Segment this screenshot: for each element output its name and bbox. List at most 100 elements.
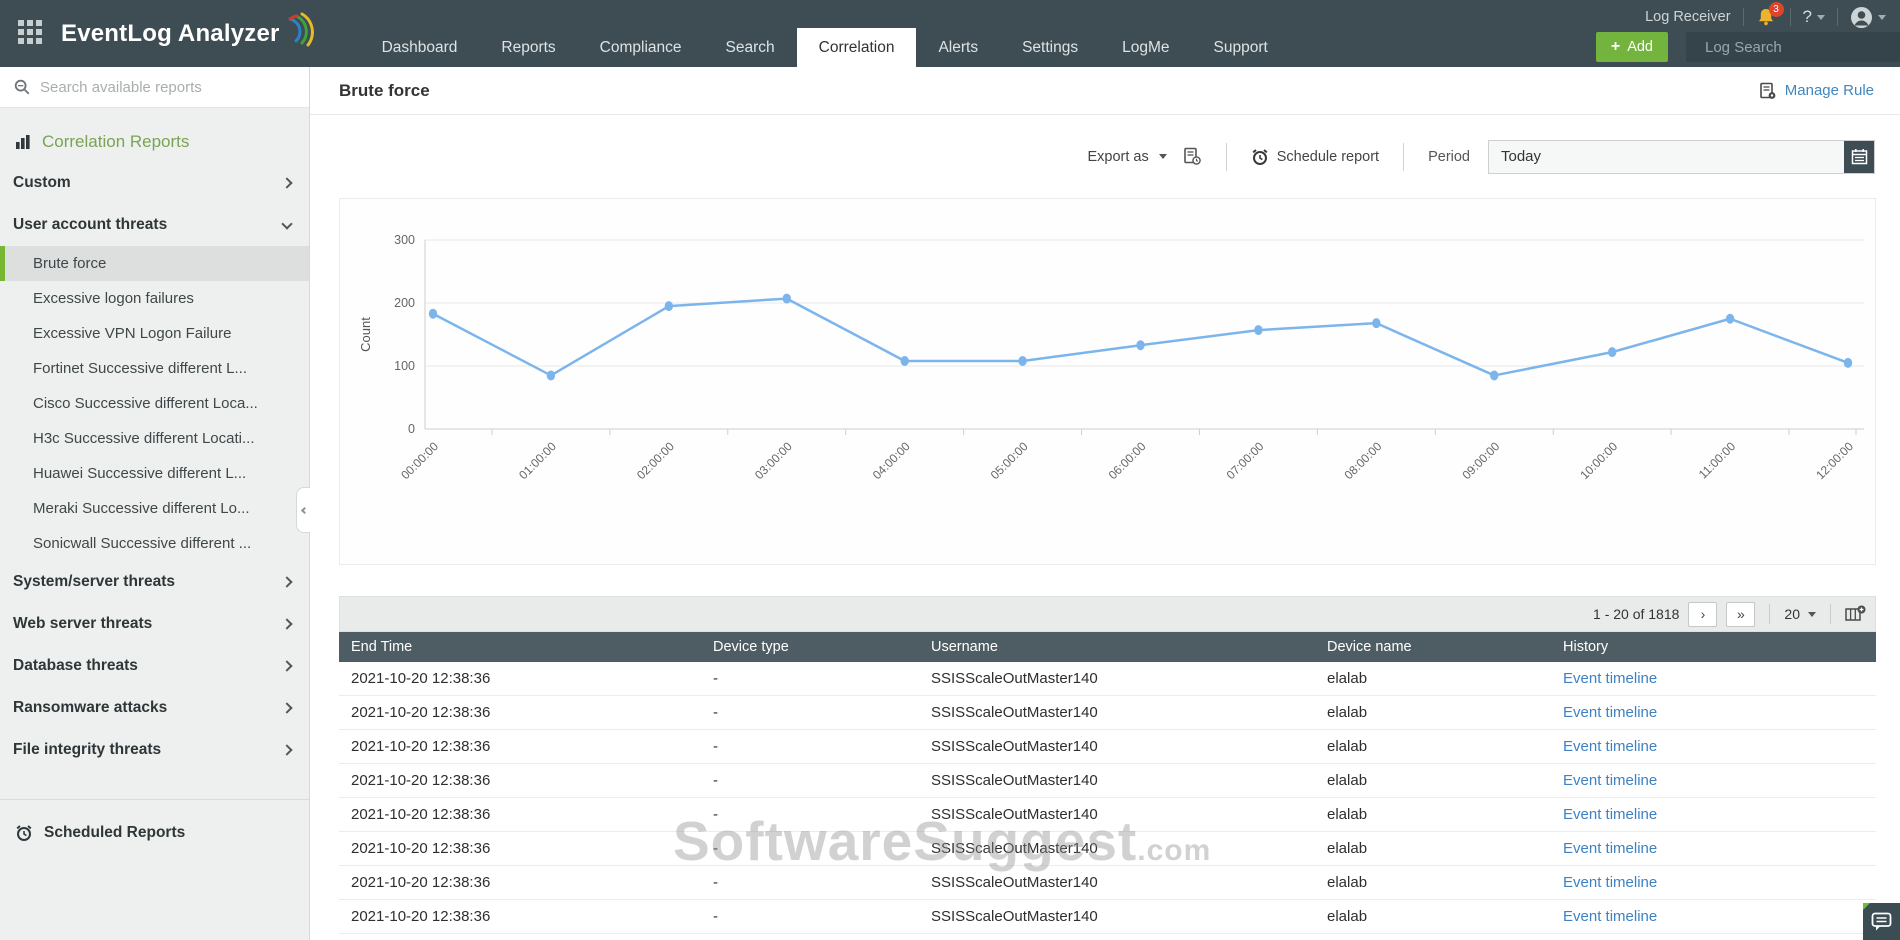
event-timeline-link[interactable]: Event timeline [1563,806,1657,823]
topbar-action-row: + Add [1596,32,1900,62]
nav-tab-support[interactable]: Support [1192,28,1290,67]
event-timeline-link[interactable]: Event timeline [1563,772,1657,789]
report-search-box [0,67,309,108]
svg-text:11:00:00: 11:00:00 [1696,439,1739,482]
page-title: Brute force [339,81,430,101]
add-button[interactable]: + Add [1596,32,1668,62]
page-size-dropdown[interactable]: 20 [1784,606,1816,622]
chevron-left-icon [301,506,308,513]
chevron-right-icon [281,576,292,587]
manage-rule-link[interactable]: Manage Rule [1759,82,1874,100]
sidebar-section-ransomware-attacks[interactable]: Ransomware attacks [0,687,309,729]
cell-end-time: 2021-10-20 12:38:36 [339,662,701,696]
sidebar-item-fortinet-successive-different-l[interactable]: Fortinet Successive different L... [0,351,309,386]
sidebar-item-huawei-successive-different-l[interactable]: Huawei Successive different L... [0,456,309,491]
table-header-username: Username [919,632,1315,662]
cell-device-name: elalab [1315,866,1551,900]
nav-tab-alerts[interactable]: Alerts [916,28,1000,67]
cell-history: Event timeline [1551,900,1876,934]
sidebar-item-cisco-successive-different-loca[interactable]: Cisco Successive different Loca... [0,386,309,421]
event-timeline-link[interactable]: Event timeline [1563,704,1657,721]
log-search-input[interactable] [1705,39,1900,56]
report-search-input[interactable] [40,79,296,96]
report-toolbar: Export as Schedule repor [310,115,1900,198]
cell-history: Event timeline [1551,662,1876,696]
nav-tab-correlation[interactable]: Correlation [797,28,917,67]
cell-device-name: elalab [1315,662,1551,696]
table-row: 2021-10-20 12:38:36-SSISScaleOutMaster14… [339,696,1876,730]
event-timeline-link[interactable]: Event timeline [1563,840,1657,857]
sidebar-item-excessive-vpn-logon-failure[interactable]: Excessive VPN Logon Failure [0,316,309,351]
notification-count-badge: 3 [1769,2,1784,17]
sidebar-item-sonicwall-successive-different[interactable]: Sonicwall Successive different ... [0,526,309,561]
feedback-chat-button[interactable] [1863,903,1900,940]
sidebar-section-label: Custom [13,174,71,192]
help-menu[interactable]: ? [1803,7,1825,27]
plus-icon: + [1611,38,1620,56]
user-menu[interactable] [1850,6,1886,29]
table-row: 2021-10-20 12:38:36-SSISScaleOutMaster14… [339,798,1876,832]
sidebar-item-excessive-logon-failures[interactable]: Excessive logon failures [0,281,309,316]
sidebar-section-file-integrity-threats[interactable]: File integrity threats [0,729,309,771]
divider [1743,8,1744,26]
nav-tab-settings[interactable]: Settings [1000,28,1100,67]
user-avatar-icon [1850,6,1873,29]
sidebar-item-brute-force[interactable]: Brute force [0,246,309,281]
nav-tab-reports[interactable]: Reports [479,28,577,67]
sidebar-section-user-account-threats[interactable]: User account threats [0,204,309,246]
search-icon [13,78,31,96]
app-logo: EventLog Analyzer [61,0,314,67]
nav-tab-search[interactable]: Search [704,28,797,67]
chart-panel: 0100200300Count00:00:0001:00:0002:00:000… [339,198,1876,565]
event-timeline-link[interactable]: Event timeline [1563,738,1657,755]
sidebar-section-database-threats[interactable]: Database threats [0,645,309,687]
sidebar-item-h3c-successive-different-locati[interactable]: H3c Successive different Locati... [0,421,309,456]
last-page-button[interactable]: » [1726,602,1755,627]
cell-device-type: - [701,798,919,832]
apps-grid-icon[interactable] [18,20,45,47]
sidebar-collapse-handle[interactable] [296,487,310,533]
table-header-end-time: End Time [339,632,701,662]
export-as-dropdown[interactable]: Export as [1087,149,1166,165]
nav-tab-logme[interactable]: LogMe [1100,28,1191,67]
calendar-icon [1851,148,1868,165]
sidebar: Correlation Reports Custom User account t… [0,67,310,940]
notification-bell-icon[interactable]: 3 [1756,6,1778,28]
period-value: Today [1501,148,1541,165]
sidebar-section-web-server-threats[interactable]: Web server threats [0,603,309,645]
calendar-button[interactable] [1844,141,1874,173]
table-row: 2021-10-20 12:38:36-SSISScaleOutMaster14… [339,730,1876,764]
event-timeline-link[interactable]: Event timeline [1563,908,1657,925]
event-timeline-link[interactable]: Event timeline [1563,874,1657,891]
sidebar-section-custom[interactable]: Custom [0,162,309,204]
chevron-down-icon [1808,612,1816,617]
cell-username: SSISScaleOutMaster140 [919,662,1315,696]
cell-end-time: 2021-10-20 12:38:36 [339,764,701,798]
export-schedule-icon[interactable] [1183,147,1202,166]
schedule-report-button[interactable]: Schedule report [1251,148,1379,166]
sidebar-section-system-server-threats[interactable]: System/server threats [0,561,309,603]
sidebar-item-scheduled-reports[interactable]: Scheduled Reports [0,800,309,866]
sidebar-item-meraki-successive-different-lo[interactable]: Meraki Successive different Lo... [0,491,309,526]
divider [1226,143,1227,171]
event-timeline-link[interactable]: Event timeline [1563,670,1657,687]
nav-tab-compliance[interactable]: Compliance [578,28,704,67]
pagination-range: 1 - 20 of 1818 [1593,606,1679,622]
alarm-clock-icon [1251,148,1269,166]
main-content: Brute force Manage Rule Export as [310,67,1900,940]
divider [1790,8,1791,26]
next-page-button[interactable]: › [1688,602,1717,627]
svg-text:07:00:00: 07:00:00 [1224,439,1267,482]
log-receiver-link[interactable]: Log Receiver [1645,9,1730,25]
table-row: 2021-10-20 12:38:36-SSISScaleOutMaster14… [339,866,1876,900]
period-label: Period [1428,149,1470,165]
topbar: EventLog Analyzer DashboardReportsCompli… [0,0,1900,67]
period-input[interactable]: Today [1488,140,1875,174]
cell-history: Event timeline [1551,730,1876,764]
add-column-icon[interactable] [1845,605,1866,623]
nav-tab-dashboard[interactable]: Dashboard [360,28,480,67]
cell-end-time: 2021-10-20 12:38:36 [339,798,701,832]
events-table-body: 2021-10-20 12:38:36-SSISScaleOutMaster14… [339,662,1876,934]
cell-device-name: elalab [1315,730,1551,764]
sidebar-title: Correlation Reports [0,132,309,152]
